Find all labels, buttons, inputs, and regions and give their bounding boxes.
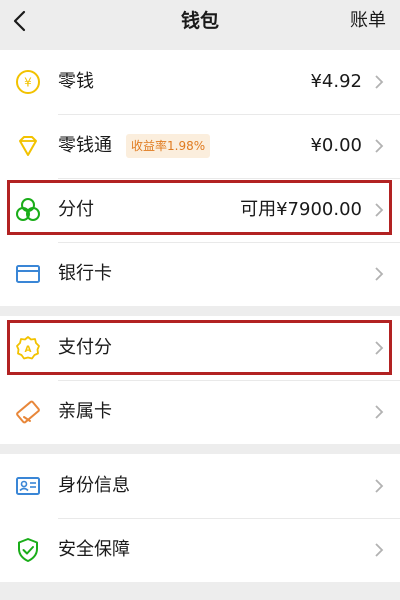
wallet-item-label: 零钱 [58, 71, 94, 92]
wallet-item-fenfu[interactable]: 分付 可用¥7900.00 [0, 178, 400, 242]
chevron-right-icon [375, 139, 384, 153]
wallet-group-services: A 支付分 亲属卡 [0, 316, 400, 444]
change-balance: ¥4.92 [310, 71, 362, 92]
fenfu-icon [16, 198, 40, 221]
lqt-balance: ¥0.00 [310, 135, 362, 156]
fenfu-available: 可用¥7900.00 [240, 199, 362, 220]
wallet-item-credit-score[interactable]: A 支付分 [0, 316, 400, 380]
family-card-icon [16, 400, 40, 424]
chevron-right-icon [375, 75, 384, 89]
yield-rate-badge: 收益率1.98% [126, 134, 211, 158]
chevron-right-icon [375, 341, 384, 355]
id-card-icon [16, 477, 40, 495]
bank-card-icon [16, 265, 40, 283]
wallet-item-label: 分付 [58, 199, 94, 220]
svg-text:A: A [25, 345, 32, 355]
wallet-item-label: 银行卡 [58, 263, 112, 284]
nav-bar: 钱包 账单 [0, 0, 400, 42]
credit-score-icon: A [16, 336, 40, 360]
wallet-group-security: 身份信息 安全保障 [0, 454, 400, 582]
wallet-item-label: 亲属卡 [58, 401, 112, 422]
chevron-right-icon [375, 203, 384, 217]
chevron-right-icon [375, 405, 384, 419]
wallet-item-label: 零钱通 [58, 135, 112, 156]
wallet-item-label: 身份信息 [58, 475, 130, 496]
wallet-item-family-card[interactable]: 亲属卡 [0, 380, 400, 444]
page-title: 钱包 [180, 10, 219, 32]
bill-button[interactable]: 账单 [350, 6, 386, 32]
shield-icon [18, 538, 38, 562]
wallet-group-funds: ¥ 零钱 ¥4.92 零钱通 收益率1.98% ¥0.00 分付 可用¥7900… [0, 50, 400, 306]
chevron-right-icon [375, 479, 384, 493]
wallet-item-security[interactable]: 安全保障 [0, 518, 400, 582]
wallet-item-label: 安全保障 [58, 539, 130, 560]
wallet-item-change[interactable]: ¥ 零钱 ¥4.92 [0, 50, 400, 114]
wallet-item-lqt[interactable]: 零钱通 收益率1.98% ¥0.00 [0, 114, 400, 178]
svg-text:¥: ¥ [24, 76, 32, 90]
wallet-item-identity[interactable]: 身份信息 [0, 454, 400, 518]
chevron-right-icon [375, 543, 384, 557]
wallet-item-label: 支付分 [58, 337, 112, 358]
diamond-icon [19, 136, 37, 156]
chevron-right-icon [375, 267, 384, 281]
wallet-item-bank-card[interactable]: 银行卡 [0, 242, 400, 306]
yuan-coin-icon: ¥ [16, 70, 40, 94]
